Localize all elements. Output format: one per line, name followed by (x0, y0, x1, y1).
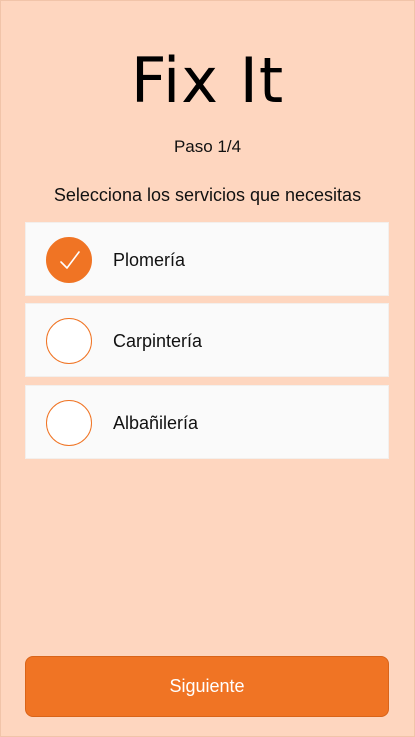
service-checkbox-checked[interactable] (46, 237, 92, 283)
service-option-albanileria[interactable]: Albañilería (25, 385, 389, 459)
next-button[interactable]: Siguiente (25, 656, 389, 717)
service-checkbox[interactable] (46, 400, 92, 446)
screen: Fix It Paso 1/4 Selecciona los servicios… (0, 0, 415, 737)
service-label: Plomería (113, 250, 186, 270)
instruction-text: Selecciona los servicios que necesitas (53, 185, 362, 205)
service-label: Albañilería (113, 413, 199, 433)
check-icon (60, 251, 80, 269)
service-option-carpinteria[interactable]: Carpintería (25, 303, 389, 377)
service-label: Carpintería (113, 331, 203, 351)
service-checkbox[interactable] (46, 318, 92, 364)
app-title: Fix It (130, 44, 285, 117)
service-option-plomeria[interactable]: Plomería (25, 222, 389, 296)
step-indicator: Paso 1/4 (173, 137, 242, 156)
